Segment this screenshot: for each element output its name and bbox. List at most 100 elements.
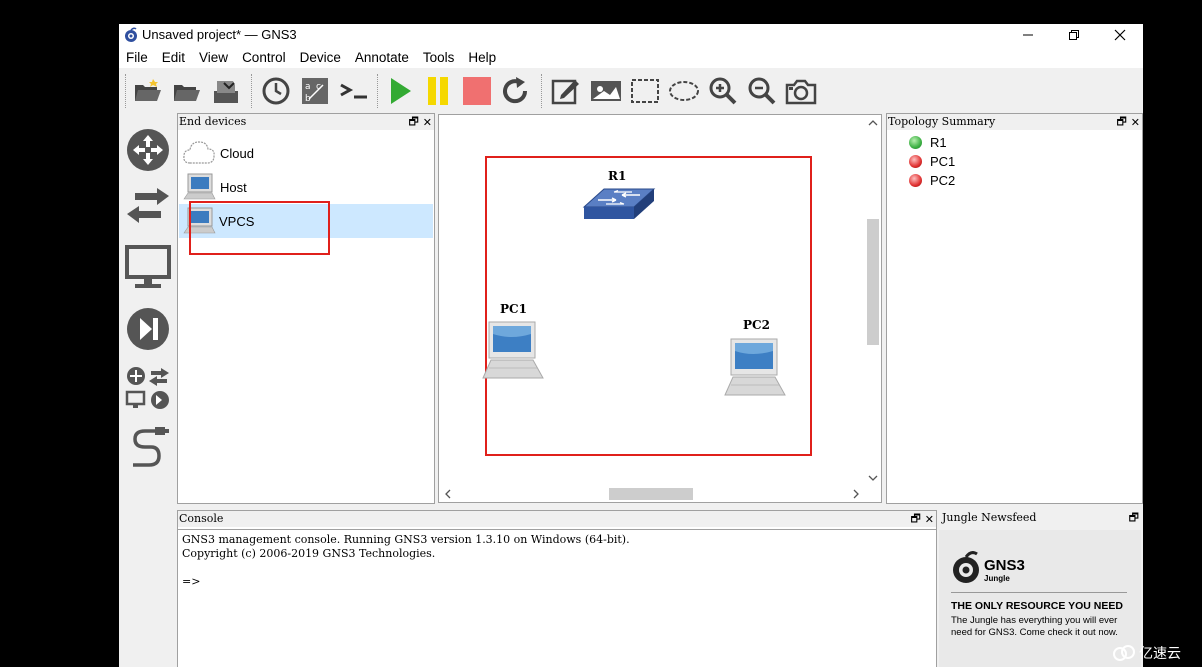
device-item-host[interactable]: Host	[180, 170, 432, 204]
topology-item-pc2[interactable]: PC2	[909, 173, 955, 188]
menu-tools[interactable]: Tools	[416, 50, 462, 65]
menu-control[interactable]: Control	[235, 50, 293, 65]
draw-rectangle-button[interactable]	[628, 74, 662, 108]
pc-node-pc1[interactable]	[481, 320, 547, 382]
stop-all-button[interactable]	[460, 74, 494, 108]
topology-summary-dock: Topology Summary 🗗 ✕ R1 PC1 PC2	[886, 113, 1143, 504]
save-icon	[214, 81, 238, 103]
play-icon	[391, 78, 411, 104]
newsfeed-divider	[951, 592, 1127, 593]
console-all-button[interactable]	[337, 74, 371, 108]
console-prompt[interactable]: =>	[182, 575, 200, 588]
pc-node-pc2[interactable]	[723, 337, 789, 399]
reload-all-button[interactable]	[499, 74, 533, 108]
device-type-toolbar	[119, 114, 177, 667]
newsfeed-title: Jungle Newsfeed	[941, 510, 1141, 526]
svg-text:a: a	[305, 82, 311, 92]
snapshot-button[interactable]	[259, 74, 293, 108]
clock-icon	[262, 77, 290, 105]
newsfeed-content[interactable]: GNS3 Jungle THE ONLY RESOURCE YOU NEED T…	[939, 530, 1141, 667]
routers-button[interactable]	[124, 126, 172, 174]
watermark-logo-icon	[1113, 645, 1135, 661]
float-icon[interactable]: 🗗	[1129, 509, 1139, 528]
highlight-box-vpcs	[189, 201, 330, 255]
menu-edit[interactable]: Edit	[155, 50, 192, 65]
float-icon[interactable]: 🗗	[1116, 113, 1126, 132]
console-dock: Console 🗗 ✕ GNS3 management console. Run…	[177, 510, 937, 667]
close-button[interactable]	[1097, 24, 1143, 46]
cloud-icon	[183, 141, 215, 164]
end-devices-button[interactable]	[124, 244, 172, 292]
camera-icon	[785, 79, 817, 105]
open-folder-icon	[174, 85, 200, 101]
chevron-right-icon[interactable]	[849, 486, 863, 502]
chevron-left-icon[interactable]	[441, 486, 455, 502]
close-icon[interactable]: ✕	[1131, 116, 1140, 129]
close-icon[interactable]: ✕	[423, 116, 432, 129]
canvas-vertical-scrollbar[interactable]	[865, 115, 881, 487]
topology-item-pc1[interactable]: PC1	[909, 154, 955, 169]
cable-icon	[133, 427, 169, 467]
new-project-button[interactable]	[131, 74, 165, 108]
console-text: GNS3 management console. Running GNS3 ve…	[182, 533, 630, 589]
close-icon[interactable]: ✕	[925, 513, 934, 526]
float-icon[interactable]: 🗗	[910, 510, 920, 529]
menu-view[interactable]: View	[192, 50, 235, 65]
start-all-button[interactable]	[383, 74, 417, 108]
menu-help[interactable]: Help	[461, 50, 503, 65]
topology-item-label: R1	[930, 135, 947, 150]
rectangle-icon	[631, 79, 659, 103]
new-folder-icon	[135, 79, 161, 101]
security-devices-button[interactable]	[124, 305, 172, 353]
switches-button[interactable]	[124, 182, 172, 230]
zoom-in-button[interactable]	[706, 74, 740, 108]
topology-canvas[interactable]: R1 PC1 PC2	[438, 114, 882, 503]
device-label: Cloud	[220, 145, 254, 161]
show-interface-labels-button[interactable]: a c b	[298, 74, 332, 108]
status-led-green-icon	[909, 136, 922, 149]
chevron-down-icon[interactable]	[865, 471, 881, 485]
open-project-button[interactable]	[170, 74, 204, 108]
horizontal-scroll-thumb[interactable]	[609, 488, 693, 500]
restore-button[interactable]	[1051, 24, 1097, 46]
menu-file[interactable]: File	[119, 50, 155, 65]
node-label-pc2: PC2	[743, 318, 770, 332]
add-note-button[interactable]	[549, 74, 583, 108]
toolbar-separator	[377, 74, 379, 108]
insert-image-button[interactable]	[589, 74, 623, 108]
float-icon[interactable]: 🗗	[408, 113, 418, 132]
newsfeed-logo-subtext: Jungle	[984, 574, 1010, 583]
reload-icon	[503, 77, 528, 104]
image-icon	[591, 81, 621, 101]
menu-device[interactable]: Device	[293, 50, 348, 65]
topology-item-label: PC2	[930, 173, 956, 188]
suspend-all-button[interactable]	[421, 74, 455, 108]
status-led-red-icon	[909, 155, 922, 168]
menu-annotate[interactable]: Annotate	[348, 50, 416, 65]
draw-ellipse-button[interactable]	[667, 74, 701, 108]
note-edit-icon	[551, 79, 579, 105]
minimize-icon	[1023, 34, 1033, 36]
minimize-button[interactable]	[1005, 24, 1051, 46]
zoom-out-button[interactable]	[745, 74, 779, 108]
newsfeed-headline: THE ONLY RESOURCE YOU NEED	[951, 600, 1123, 612]
title-bar: Unsaved project* — GNS3	[119, 24, 1143, 46]
zoom-in-icon	[709, 77, 737, 105]
save-project-button[interactable]	[209, 74, 243, 108]
switch-arrows-icon	[127, 188, 169, 223]
device-item-cloud[interactable]: Cloud	[180, 136, 432, 170]
menu-bar: File Edit View Control Device Annotate T…	[119, 46, 1143, 68]
screenshot-button[interactable]	[784, 74, 818, 108]
all-devices-button[interactable]	[124, 364, 172, 412]
canvas-horizontal-scrollbar[interactable]	[439, 486, 866, 502]
topology-item-r1[interactable]: R1	[909, 135, 947, 150]
skip-forward-icon	[127, 308, 169, 350]
watermark-text: 亿速云	[1139, 646, 1181, 662]
switch-node-r1[interactable]	[582, 187, 656, 225]
pause-icon	[428, 77, 448, 105]
add-link-button[interactable]	[124, 424, 172, 472]
vertical-scroll-thumb[interactable]	[867, 219, 879, 345]
chevron-up-icon[interactable]	[865, 116, 881, 130]
node-label-pc1: PC1	[500, 302, 527, 316]
topology-summary-title: Topology Summary	[887, 114, 1142, 130]
